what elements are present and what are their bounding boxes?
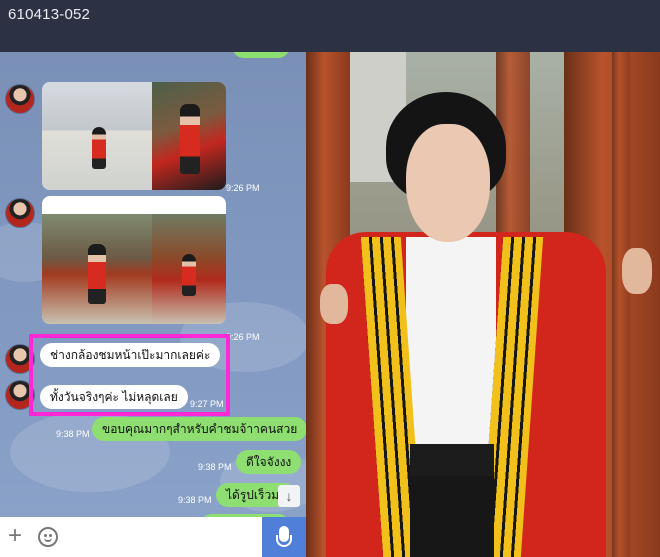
mic-stand-icon bbox=[276, 535, 292, 547]
photo-thumbnail[interactable] bbox=[42, 214, 152, 324]
photo-thumbnail[interactable] bbox=[42, 82, 152, 190]
photo-thumbnail[interactable] bbox=[152, 214, 226, 324]
rusty-pole bbox=[612, 52, 630, 557]
outgoing-message-bubble[interactable]: ขอบคุณมากๆสำหรับคำชมจ้าาคนสวย bbox=[92, 417, 306, 441]
message-time: 9:38 PM bbox=[56, 429, 90, 439]
highlight-box bbox=[29, 334, 230, 416]
person-figure bbox=[180, 104, 200, 174]
enlarged-photo[interactable] bbox=[306, 52, 660, 557]
hand bbox=[320, 284, 348, 324]
chat-area[interactable]: 9:26 PM 9:26 PM ช่างกล้องชมหน้าเป๊ะมากเล… bbox=[0, 52, 306, 517]
avatar[interactable] bbox=[5, 198, 35, 228]
person-figure bbox=[88, 244, 106, 304]
message-time: 9:38 PM bbox=[198, 462, 232, 472]
hand bbox=[622, 248, 652, 294]
chat-title: 610413-052 bbox=[8, 6, 91, 23]
white-shirt bbox=[406, 237, 496, 447]
photo-message[interactable] bbox=[42, 196, 226, 324]
chat-header: 610413-052 bbox=[0, 0, 660, 52]
person-figure bbox=[182, 254, 196, 296]
belt bbox=[410, 444, 494, 476]
photo-message[interactable] bbox=[42, 82, 226, 190]
message-time: 9:26 PM bbox=[226, 183, 260, 193]
photo-thumbnail[interactable] bbox=[152, 82, 226, 190]
face bbox=[406, 124, 490, 242]
input-bar: + bbox=[0, 517, 306, 557]
scroll-to-bottom-button[interactable]: ↓ bbox=[278, 485, 300, 507]
arrow-down-icon: ↓ bbox=[285, 488, 293, 504]
person-figure bbox=[92, 127, 106, 169]
message-time: 9:38 PM bbox=[178, 495, 212, 505]
previous-message-bubble bbox=[232, 52, 290, 58]
avatar[interactable] bbox=[5, 84, 35, 114]
outgoing-message-bubble[interactable]: ดีใจจังงง bbox=[236, 450, 302, 474]
emoji-icon[interactable] bbox=[38, 527, 58, 547]
black-skirt bbox=[410, 476, 494, 557]
voice-message-button[interactable] bbox=[262, 517, 306, 557]
message-time: 9:26 PM bbox=[226, 332, 260, 342]
plus-icon[interactable]: + bbox=[8, 523, 22, 549]
